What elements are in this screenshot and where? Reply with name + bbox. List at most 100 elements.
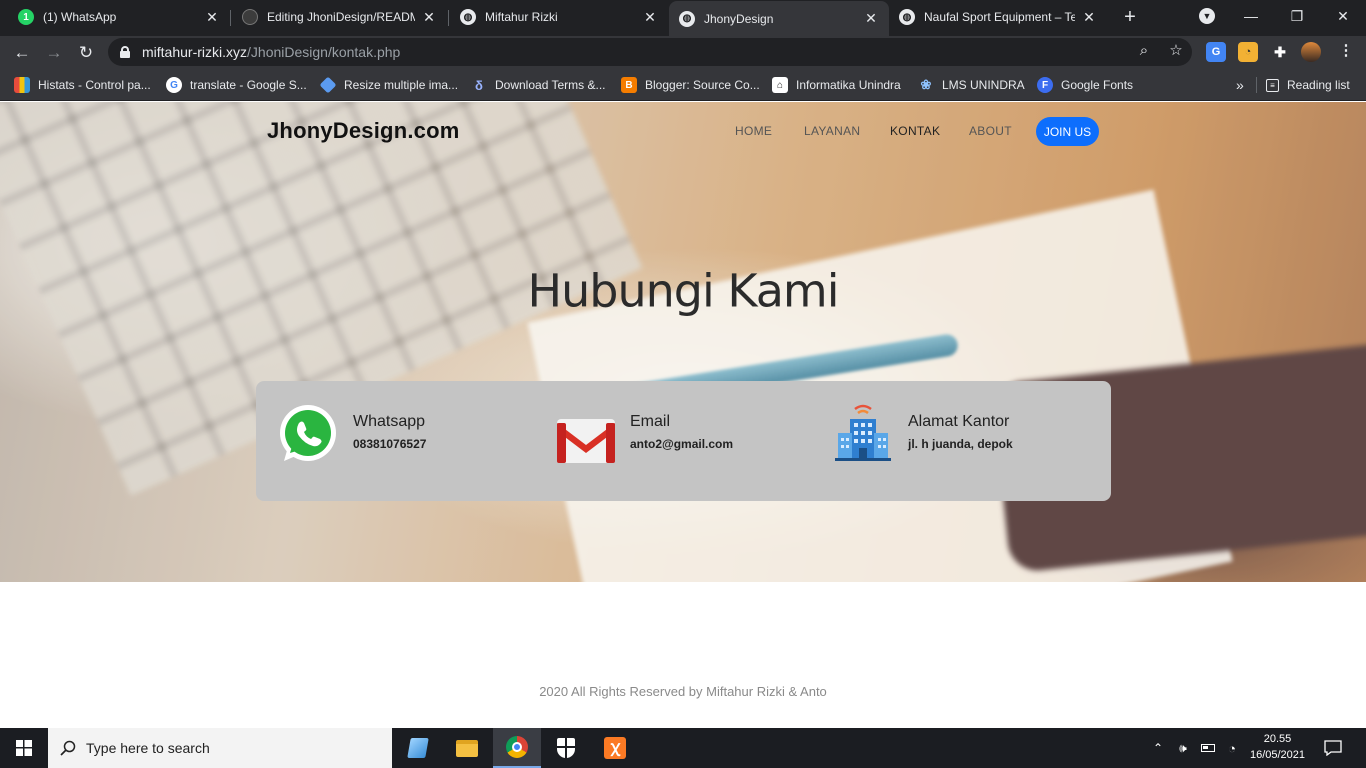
profile-avatar[interactable] xyxy=(1301,42,1321,62)
bookmark-label: translate - Google S... xyxy=(190,78,307,92)
nav-home[interactable]: HOME xyxy=(735,124,772,138)
tab-title: JhonyDesign xyxy=(704,11,774,26)
notepad-icon xyxy=(407,738,429,758)
reading-list-button[interactable]: ≡ Reading list xyxy=(1266,76,1350,94)
github-icon xyxy=(242,9,258,25)
clock-date: 16/05/2021 xyxy=(1249,749,1306,761)
bookmark-label: LMS UNINDRA xyxy=(942,78,1025,92)
bookmark-label: Histats - Control pa... xyxy=(38,78,151,92)
tab-title: Editing JhoniDesign/README. xyxy=(267,10,415,24)
nav-kontak[interactable]: KONTAK xyxy=(890,124,940,138)
bookmark-label: Download Terms &... xyxy=(495,78,606,92)
tab-whatsapp[interactable]: 1 (1) WhatsApp ✕ xyxy=(8,0,230,34)
bookmark-download-terms[interactable]: δ Download Terms &... xyxy=(471,76,606,94)
taskbar-app-xampp[interactable]: ꭓ xyxy=(591,728,639,768)
google-fonts-icon: F xyxy=(1037,77,1053,93)
taskbar-app-notepad[interactable] xyxy=(394,728,442,768)
tab-github[interactable]: Editing JhoniDesign/README. ✕ xyxy=(232,0,447,34)
minimize-button[interactable]: — xyxy=(1228,0,1274,32)
start-button[interactable] xyxy=(0,728,48,768)
bar-chart-icon xyxy=(14,77,30,93)
site-footer: 2020 All Rights Reserved by Miftahur Riz… xyxy=(539,684,827,699)
bookmark-star-icon[interactable]: ☆ xyxy=(1166,40,1186,60)
wifi-icon[interactable]: ◔ xyxy=(1222,728,1242,768)
bookmark-resize[interactable]: Resize multiple ima... xyxy=(319,76,459,94)
tab-title: (1) WhatsApp xyxy=(43,10,117,24)
terms-icon: δ xyxy=(475,77,483,93)
taskbar-app-file-explorer[interactable] xyxy=(443,728,491,768)
show-hidden-icons-button[interactable]: ⌃ xyxy=(1148,728,1168,768)
new-tab-button[interactable]: + xyxy=(1118,6,1142,30)
restore-button[interactable]: ❐ xyxy=(1274,0,1320,32)
bookmark-label: Resize multiple ima... xyxy=(344,78,459,92)
bookmark-google-fonts[interactable]: F Google Fonts xyxy=(1037,76,1133,94)
windows-logo-icon xyxy=(16,740,32,756)
bookmark-label: Google Fonts xyxy=(1061,78,1134,92)
google-translate-extension-icon[interactable]: G xyxy=(1206,42,1226,62)
extensions-puzzle-icon[interactable]: ✚ xyxy=(1270,42,1290,62)
reload-button[interactable]: ↻ xyxy=(73,40,99,66)
taskbar-clock[interactable]: 20.55 16/05/2021 xyxy=(1240,731,1315,763)
bookmark-blogger[interactable]: B Blogger: Source Co... xyxy=(621,76,760,94)
zoom-icon[interactable]: ⌕ xyxy=(1134,40,1154,60)
close-window-button[interactable]: ✕ xyxy=(1320,0,1366,32)
close-tab-icon[interactable]: ✕ xyxy=(1081,9,1097,26)
contact-title: Email xyxy=(630,413,671,430)
address-bar[interactable]: miftahur-rizki.xyz/JhoniDesign/kontak.ph… xyxy=(108,38,1192,66)
contact-card: Whatsapp 08381076527 Email anto2@gmail.c… xyxy=(256,381,1111,501)
bookmark-translate[interactable]: G translate - Google S... xyxy=(166,76,307,94)
building-icon: ⌂ xyxy=(772,77,788,93)
more-bookmarks-button[interactable]: » xyxy=(1236,76,1244,94)
menu-kebab-icon[interactable]: ⋮ xyxy=(1336,40,1356,60)
tab-jhonydesign[interactable]: ◍ JhonyDesign ✕ xyxy=(669,1,889,36)
blogger-icon: B xyxy=(621,77,637,93)
tab-search-button[interactable]: ▼ xyxy=(1184,0,1230,32)
close-tab-icon[interactable]: ✕ xyxy=(642,9,658,26)
tab-title: Naufal Sport Equipment – Ter xyxy=(924,10,1075,24)
tab-naufal-sport[interactable]: ◍ Naufal Sport Equipment – Ter ✕ xyxy=(889,0,1107,34)
xampp-icon: ꭓ xyxy=(604,737,626,759)
reading-list-label: Reading list xyxy=(1287,78,1350,92)
tab-divider xyxy=(230,10,231,26)
globe-icon: ◍ xyxy=(460,9,476,25)
close-tab-icon[interactable]: ✕ xyxy=(863,10,879,27)
close-tab-icon[interactable]: ✕ xyxy=(421,9,437,26)
battery-icon[interactable] xyxy=(1198,728,1218,768)
whatsapp-icon: 1 xyxy=(18,9,34,25)
notifications-button[interactable] xyxy=(1320,728,1346,768)
site-brand-logo[interactable]: JhonyDesign.com xyxy=(267,118,459,144)
website-viewport: JhonyDesign.com HOME LAYANAN KONTAK ABOU… xyxy=(0,102,1366,728)
hero-section: JhonyDesign.com HOME LAYANAN KONTAK ABOU… xyxy=(0,102,1366,582)
bookmark-lms[interactable]: ❀ LMS UNINDRA xyxy=(918,76,1025,94)
extension-icon[interactable]: ◔ xyxy=(1238,42,1258,62)
shield-icon xyxy=(557,738,575,758)
nav-about[interactable]: ABOUT xyxy=(969,124,1012,138)
contact-value: jl. h juanda, depok xyxy=(908,437,1013,451)
lms-logo-icon: ❀ xyxy=(920,77,932,92)
taskbar-app-security[interactable] xyxy=(542,728,590,768)
close-tab-icon[interactable]: ✕ xyxy=(204,9,220,26)
url-host: miftahur-rizki.xyz xyxy=(142,44,248,60)
back-button[interactable]: ← xyxy=(9,40,35,66)
bookmark-label: Informatika Unindra xyxy=(796,78,901,92)
google-icon: G xyxy=(166,77,182,93)
taskbar-app-chrome[interactable] xyxy=(493,728,541,768)
bookmark-histats[interactable]: Histats - Control pa... xyxy=(14,76,151,94)
hero-overlay xyxy=(0,102,1366,582)
globe-icon: ◍ xyxy=(899,9,915,25)
search-icon xyxy=(60,740,76,756)
notification-icon xyxy=(1324,740,1342,756)
tab-miftahur-rizki[interactable]: ◍ Miftahur Rizki ✕ xyxy=(450,0,668,34)
taskbar-search-input[interactable]: Type here to search xyxy=(48,728,392,768)
nav-layanan[interactable]: LAYANAN xyxy=(804,124,860,138)
search-placeholder: Type here to search xyxy=(86,740,210,756)
join-us-button[interactable]: JOIN US xyxy=(1036,117,1099,146)
forward-button[interactable]: → xyxy=(41,40,67,66)
bookmark-informatika[interactable]: ⌂ Informatika Unindra xyxy=(772,76,901,94)
bookmarks-divider xyxy=(1256,77,1257,93)
contact-title: Alamat Kantor xyxy=(908,413,1010,430)
volume-icon[interactable]: 🕪 xyxy=(1172,728,1194,768)
tab-title: Miftahur Rizki xyxy=(485,10,558,24)
gmail-icon xyxy=(557,419,615,463)
page-title: Hubungi Kami xyxy=(527,264,840,318)
